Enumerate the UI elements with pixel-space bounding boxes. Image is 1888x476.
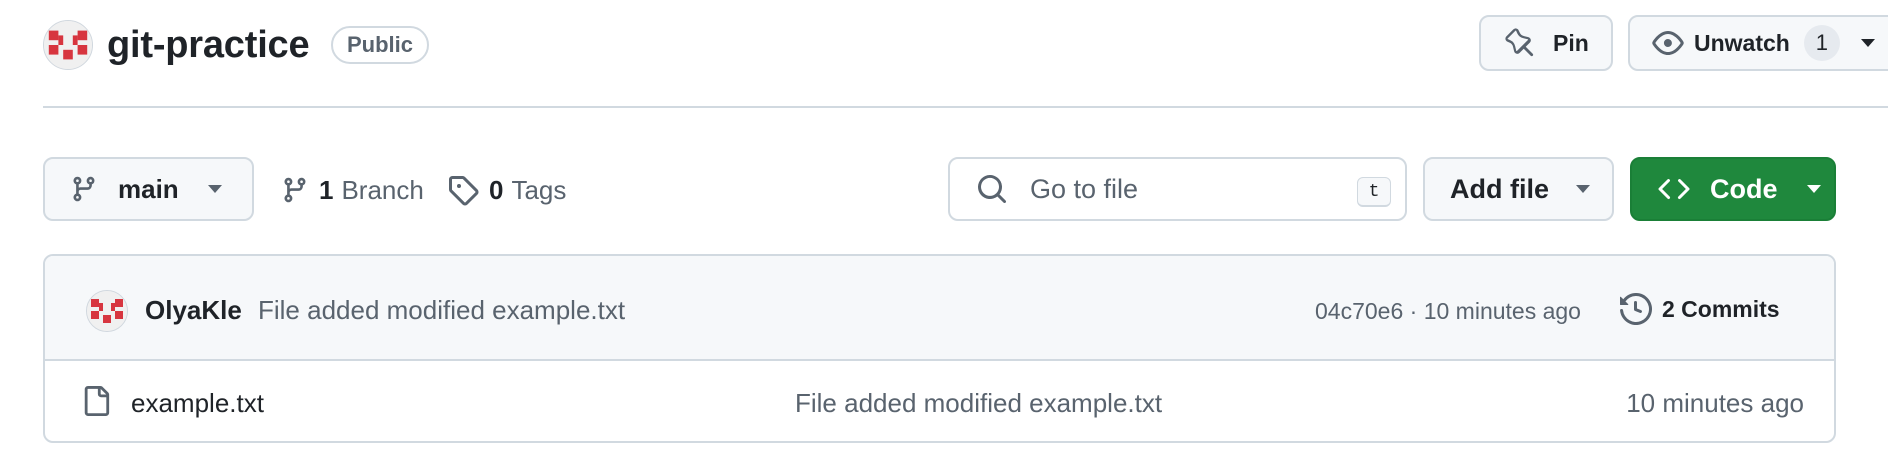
- code-label: Code: [1710, 173, 1778, 204]
- latest-commit-bar: OlyaKle File added modified example.txt …: [45, 256, 1834, 361]
- go-to-file-input[interactable]: [1030, 173, 1360, 205]
- git-branch-icon: [284, 177, 306, 203]
- commit-meta: 04c70e6 · 10 minutes ago: [1315, 298, 1581, 325]
- branches-link[interactable]: 1 Branch: [281, 172, 424, 208]
- repo-name-link[interactable]: git-practice: [107, 24, 310, 67]
- commit-author-link[interactable]: OlyaKle: [145, 295, 242, 326]
- identicon-icon: [87, 291, 127, 331]
- commit-age: 10 minutes ago: [1423, 298, 1581, 324]
- commits-count-label: 2 Commits: [1662, 295, 1780, 322]
- tag-icon: [449, 176, 479, 206]
- tags-count: 0: [489, 174, 504, 205]
- pin-button[interactable]: Pin: [1479, 15, 1613, 71]
- file-name-link[interactable]: example.txt: [131, 388, 264, 419]
- tags-label: Tags: [511, 174, 567, 205]
- search-icon: [978, 175, 1007, 204]
- file-row[interactable]: example.txt File added modified example.…: [45, 361, 1834, 441]
- chevron-down-icon: [207, 185, 222, 193]
- tags-link[interactable]: 0 Tags: [447, 172, 566, 208]
- unwatch-label: Unwatch: [1694, 29, 1790, 56]
- commit-message-link[interactable]: File added modified example.txt: [258, 295, 625, 326]
- add-file-label: Add file: [1450, 173, 1549, 204]
- file-age: 10 minutes ago: [1626, 388, 1804, 418]
- file-icon: [84, 386, 110, 416]
- branch-selector-button[interactable]: main: [43, 157, 254, 221]
- branches-count: 1: [319, 174, 334, 205]
- go-to-file-search[interactable]: t: [948, 157, 1407, 221]
- chevron-down-icon: [1806, 185, 1821, 193]
- pin-icon: [1505, 28, 1534, 57]
- history-icon: [1620, 293, 1652, 325]
- identicon-icon: [44, 21, 92, 69]
- watchers-counter: 1: [1803, 25, 1840, 61]
- branch-name: main: [118, 173, 179, 204]
- branches-label: Branch: [341, 174, 424, 205]
- code-button[interactable]: Code: [1630, 157, 1836, 221]
- commit-author-avatar[interactable]: [86, 290, 128, 332]
- commit-meta-separator: ·: [1409, 298, 1418, 324]
- add-file-button[interactable]: Add file: [1423, 157, 1614, 221]
- chevron-down-icon: [1576, 185, 1590, 193]
- visibility-badge: Public: [331, 26, 430, 64]
- commit-hash-link[interactable]: 04c70e6: [1315, 298, 1403, 324]
- repo-owner-avatar[interactable]: [43, 20, 93, 70]
- file-commit-message-link[interactable]: File added modified example.txt: [795, 388, 1162, 419]
- eye-icon: [1652, 31, 1684, 55]
- search-shortcut-hint: t: [1357, 177, 1391, 207]
- pin-label: Pin: [1553, 29, 1589, 56]
- git-branch-icon: [73, 176, 95, 202]
- commits-history-link[interactable]: 2 Commits: [1620, 291, 1780, 327]
- repo-header: git-practice Public Pin Unwatch 1: [43, 0, 1888, 108]
- chevron-down-icon[interactable]: [1860, 38, 1876, 48]
- code-icon: [1658, 179, 1690, 200]
- file-browser: OlyaKle File added modified example.txt …: [43, 254, 1836, 443]
- unwatch-button[interactable]: Unwatch 1: [1628, 15, 1888, 71]
